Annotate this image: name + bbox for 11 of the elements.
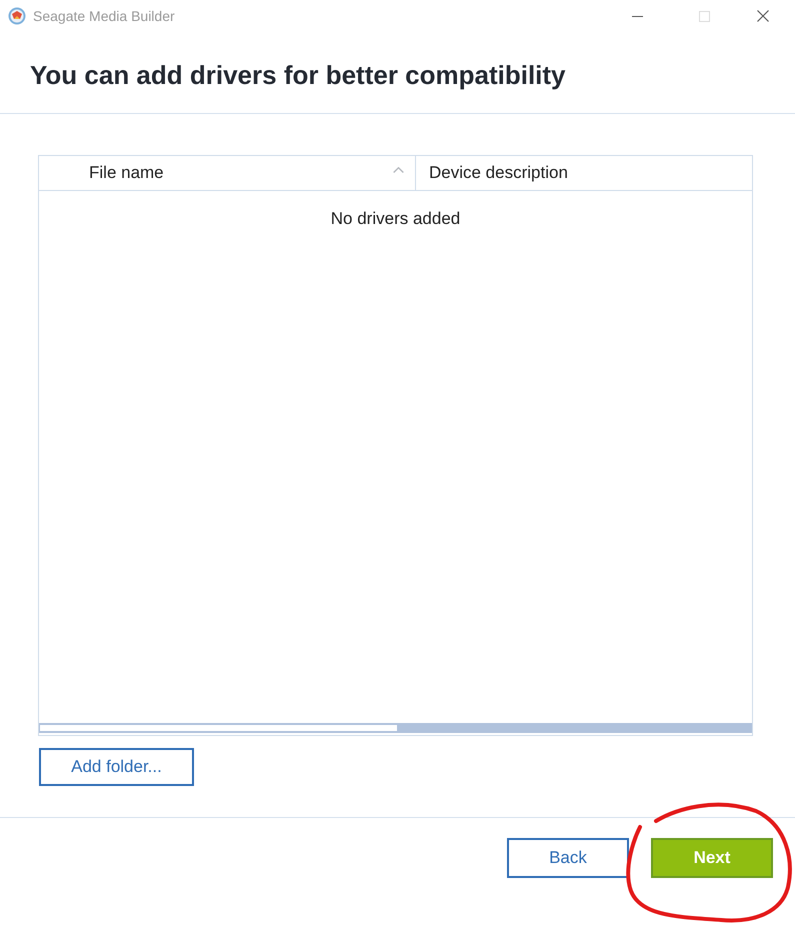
add-folder-button[interactable]: Add folder... [39,748,194,786]
page-heading: You can add drivers for better compatibility [30,58,566,92]
empty-table-message: No drivers added [330,208,462,230]
column-header[interactable]: Device description [416,156,752,190]
close-icon[interactable] [757,10,769,22]
window-title: Seagate Media Builder [33,6,175,26]
back-button[interactable]: Back [507,838,629,878]
column-header[interactable]: File name [39,156,416,190]
app-logo-icon [8,7,26,25]
scrollbar-thumb[interactable] [40,725,397,731]
horizontal-scrollbar[interactable] [39,723,752,733]
